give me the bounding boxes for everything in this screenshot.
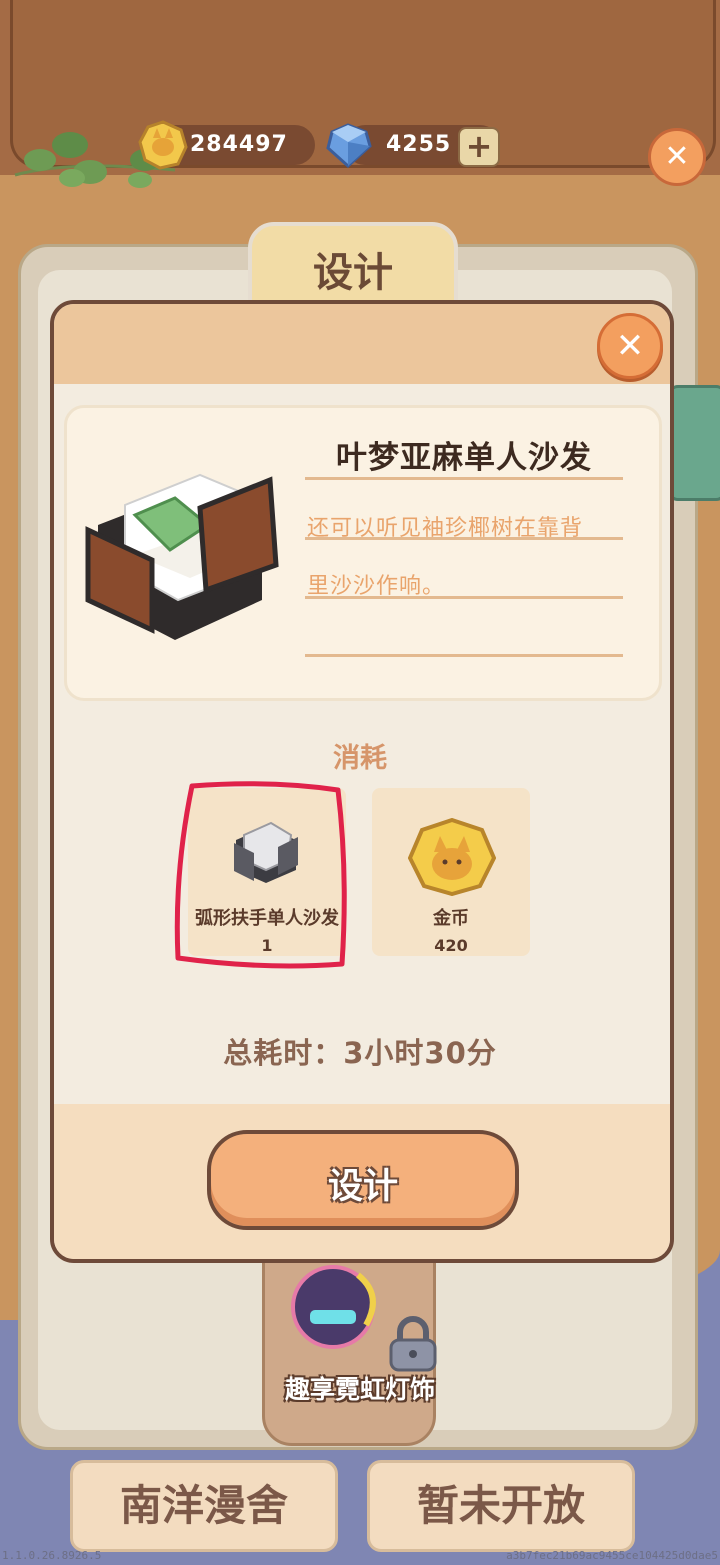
divider-line (305, 477, 623, 480)
item-name: 叶梦亚麻单人沙发 (336, 440, 592, 476)
gold-coin-icon (138, 120, 188, 170)
add-diamond-button[interactable]: + (458, 127, 500, 167)
linen-sofa-image (85, 473, 279, 640)
bottom-tab-nanyang-label: 南洋漫舍 (119, 1481, 288, 1530)
close-icon: ✕ (664, 139, 690, 174)
side-green-tab[interactable] (668, 385, 720, 501)
gold-amount: 284497 (190, 132, 288, 157)
dialog-close-button[interactable]: ✕ (597, 313, 663, 379)
design-button-label: 设计 (327, 1167, 398, 1207)
design-tab-label: 设计 (313, 250, 393, 296)
highlight-annotation (174, 781, 347, 969)
lock-icon (389, 1316, 437, 1372)
cost-label: 消耗 (333, 743, 387, 774)
build-id-text: a3b7fec21b69ac9455ce104425d0dae5 (506, 1549, 718, 1562)
top-close-button[interactable]: ✕ (648, 128, 706, 186)
dialog-header (54, 304, 670, 384)
total-time: 总耗时：3小时30分 (223, 1036, 497, 1070)
divider-line (305, 654, 623, 657)
neon-sign-icon (291, 1265, 376, 1349)
neon-item-label: 趣享霓虹灯饰 (284, 1375, 435, 1404)
divider-line (305, 596, 623, 599)
diamond-icon (326, 123, 372, 169)
divider-line (305, 537, 623, 540)
cost-item-name: 金币 (433, 908, 469, 929)
bottom-tab-nanyang[interactable]: 南洋漫舍 (70, 1460, 338, 1552)
gold-coin-icon (408, 818, 496, 896)
version-text: 1.1.0.26.8926.5 (2, 1549, 102, 1562)
plus-icon: + (465, 127, 493, 165)
diamond-amount: 4255 (386, 132, 452, 157)
bottom-tab-locked[interactable]: 暂未开放 (367, 1460, 635, 1552)
cost-item-amount: 420 (434, 936, 468, 955)
bottom-tab-locked-label: 暂未开放 (416, 1481, 585, 1530)
close-icon: ✕ (615, 326, 645, 366)
